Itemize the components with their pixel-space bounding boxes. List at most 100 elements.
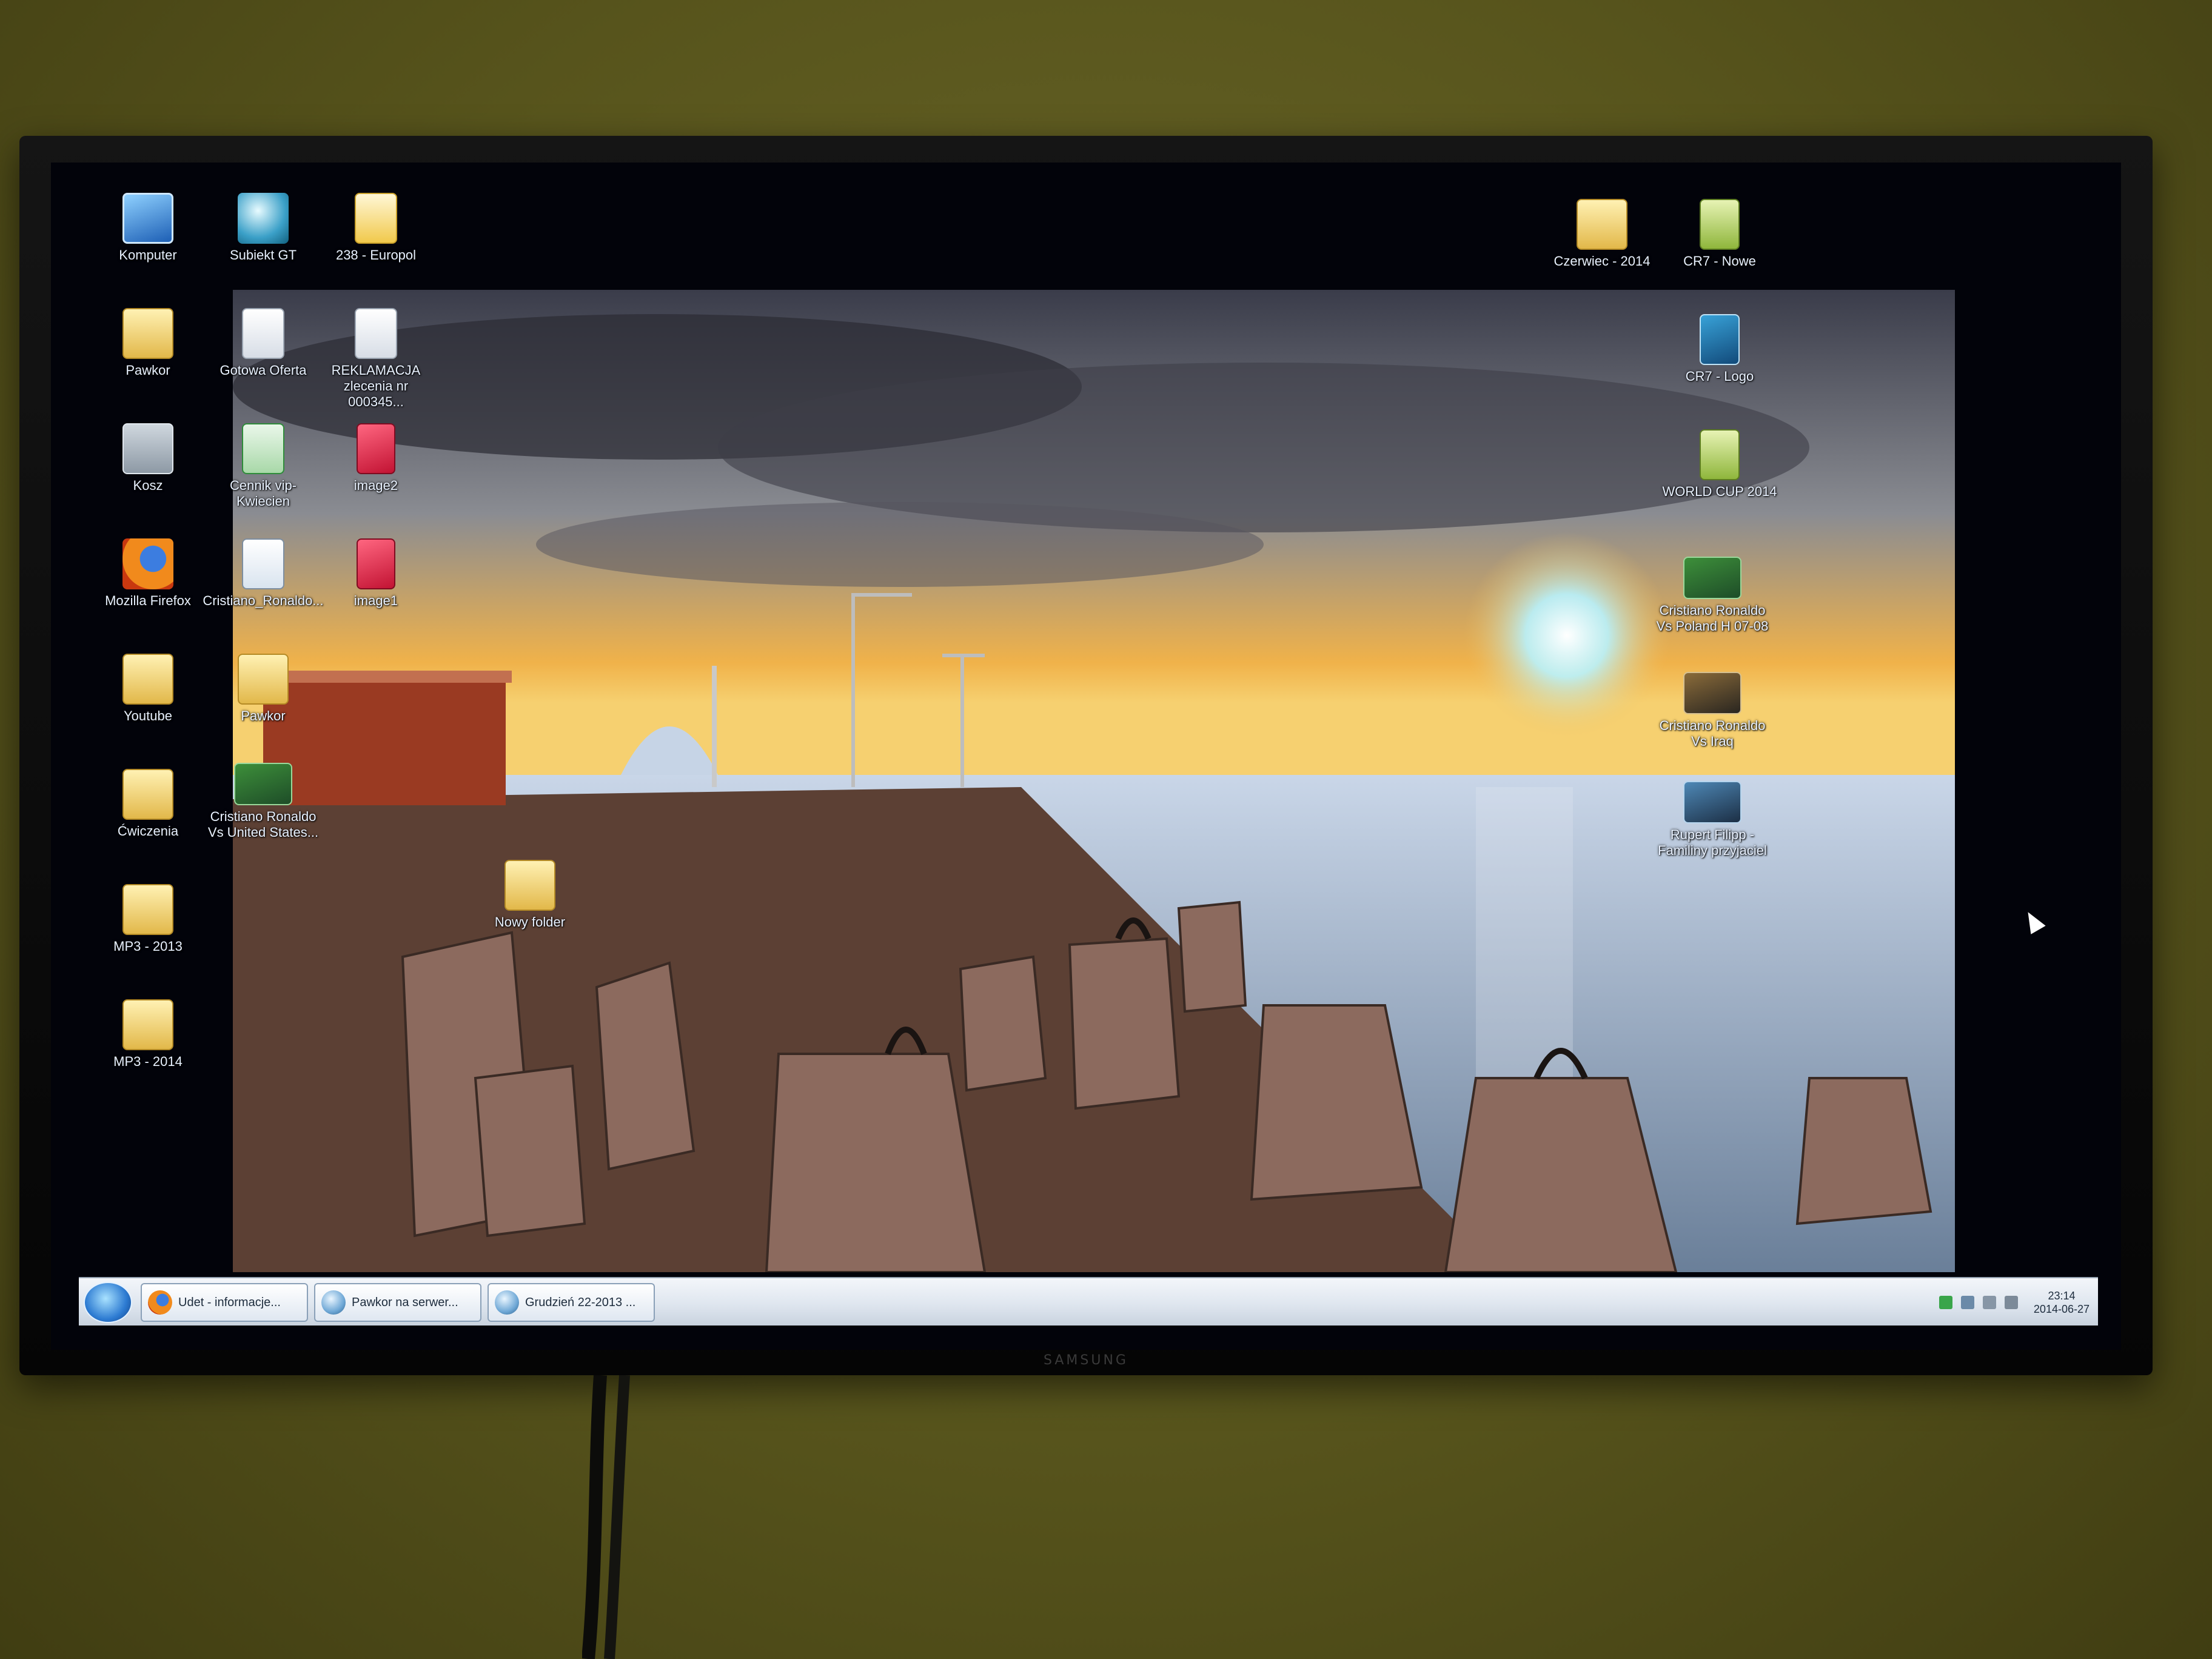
folder-icon (122, 999, 173, 1050)
folder-icon (238, 654, 289, 705)
desktop-icon-label: Pawkor (241, 708, 286, 723)
computer-icon (122, 193, 173, 244)
desktop-icon-computer[interactable]: Komputer (87, 193, 209, 263)
desktop-icon-label: 238 - Europol (335, 247, 417, 263)
desktop-icon-label: REKLAMACJA zlecenia nr 000345... (331, 363, 421, 409)
desktop-icon-label: Komputer (119, 247, 177, 263)
folder-icon (1700, 199, 1740, 250)
folder-icon (1700, 429, 1740, 480)
network-icon[interactable] (1939, 1296, 1952, 1309)
folder-icon (122, 884, 173, 935)
video-file-icon (1683, 672, 1741, 714)
taskbar-item-pawkor[interactable]: Pawkor na serwer... (314, 1283, 481, 1322)
firefox-icon (122, 538, 173, 589)
clock-date: 2014-06-27 (2033, 1303, 2090, 1315)
folder-icon (1577, 199, 1627, 250)
subiekt-gt-icon (238, 193, 289, 244)
start-button[interactable] (84, 1282, 132, 1323)
desktop-icon-label: Gotowa Oferta (220, 363, 307, 378)
desktop-icon-label: Cristiano Ronaldo Vs United States... (207, 809, 319, 840)
taskbar-item-firefox[interactable]: Udet - informacje... (141, 1283, 308, 1322)
desktop-icon-cennik-vip[interactable]: Cennik vip- Kwiecien (203, 423, 324, 509)
signal-icon[interactable] (1982, 1296, 1996, 1309)
desktop-icon-image1[interactable]: image1 (315, 538, 437, 609)
desktop-icon-ronaldo-usa[interactable]: Cristiano Ronaldo Vs United States... (203, 763, 324, 840)
desktop-icon-cristiano-mp3[interactable]: Cristiano_Ronaldo... (203, 538, 324, 609)
desktop-icon-mp3-2014[interactable]: MP3 - 2014 (87, 999, 209, 1070)
desktop-icon-pawkor-2[interactable]: Pawkor (203, 654, 324, 724)
desktop-icon-world-cup[interactable]: WORLD CUP 2014 (1659, 429, 1780, 500)
desktop-icon-pawkor-folder[interactable]: Pawkor (87, 308, 209, 378)
desktop-icon-label: WORLD CUP 2014 (1662, 484, 1777, 499)
desktop-icon-label: Cristiano_Ronaldo... (203, 593, 324, 608)
taskbar-item-label: Pawkor na serwer... (352, 1295, 458, 1309)
desktop-icon-cwiczenia[interactable]: Ćwiczenia (87, 769, 209, 839)
desktop-icon-czerwiec-2014[interactable]: Czerwiec - 2014 (1541, 199, 1663, 269)
desktop-icon-label: image1 (354, 593, 398, 608)
desktop-icon-label: Pawkor (126, 363, 170, 378)
desktop-icon-label: Czerwiec - 2014 (1553, 253, 1651, 269)
folder-icon (122, 769, 173, 820)
image-file-icon (357, 538, 395, 589)
desktop-icon-label: Cennik vip- Kwiecien (229, 478, 297, 509)
desktop-icon-firefox[interactable]: Mozilla Firefox (87, 538, 209, 609)
video-file-icon (234, 763, 292, 805)
desktop-icon-image2[interactable]: image2 (315, 423, 437, 494)
clock-time: 23:14 (2048, 1290, 2076, 1302)
desktop-icon-label: Cristiano Ronaldo Vs Iraq (1659, 718, 1766, 749)
desktop-icon-cr7-logo[interactable]: CR7 - Logo (1659, 314, 1780, 384)
firefox-icon (148, 1290, 172, 1315)
system-tray: 23:14 2014-06-27 (1939, 1283, 2090, 1322)
document-icon (242, 308, 284, 359)
desktop-icon-label: Mozilla Firefox (105, 593, 191, 608)
desktop-icon-label: MP3 - 2014 (113, 1054, 183, 1069)
desktop-icon-label: CR7 - Logo (1685, 369, 1754, 384)
desktop-icon-reklamacja[interactable]: REKLAMACJA zlecenia nr 000345... (315, 308, 437, 410)
desktop-icon-label: Subiekt GT (229, 247, 297, 263)
image-file-icon (357, 423, 395, 474)
desktop-icon-rupert-filipp[interactable]: Rupert Filipp - Familiny przyjaciel (1652, 781, 1773, 859)
desktop-icon-recycle-bin[interactable]: Kosz (87, 423, 209, 494)
desktop-icon-subiekt-gt[interactable]: Subiekt GT (203, 193, 324, 263)
application-icon (321, 1290, 346, 1315)
video-file-icon (1683, 557, 1741, 599)
desktop-icon-label: Nowy folder (494, 914, 566, 930)
application-icon (495, 1290, 519, 1315)
taskbar: Udet - informacje... Pawkor na serwer...… (79, 1277, 2098, 1326)
desktop-icon-cr7-nowe[interactable]: CR7 - Nowe (1659, 199, 1780, 269)
folder-icon (504, 860, 555, 911)
tv-cable (582, 1375, 630, 1659)
audio-file-icon (242, 538, 284, 589)
desktop-icon-label: image2 (354, 478, 398, 493)
taskbar-item-label: Udet - informacje... (178, 1295, 281, 1309)
desktop-icon-label: CR7 - Nowe (1683, 253, 1756, 269)
desktop-icon-238-europol[interactable]: 238 - Europol (315, 193, 437, 263)
desktop-icon-label: Rupert Filipp - Familiny przyjaciel (1658, 827, 1767, 858)
folder-icon (122, 654, 173, 705)
desktop-icon-youtube[interactable]: Youtube (87, 654, 209, 724)
document-icon (355, 193, 397, 244)
taskbar-item-label: Grudzień 22-2013 ... (525, 1295, 636, 1309)
shortcut-icon (1700, 314, 1740, 365)
folder-icon (122, 308, 173, 359)
desktop-icon-label: MP3 - 2013 (113, 939, 183, 954)
tv-brand-logo: SAMSUNG (1044, 1353, 1128, 1368)
desktop-icon-nowy-folder[interactable]: Nowy folder (469, 860, 591, 930)
desktop-icon-mp3-2013[interactable]: MP3 - 2013 (87, 884, 209, 954)
desktop-icon-label: Cristiano Ronaldo Vs Poland H 07-08 (1656, 603, 1769, 634)
desktop-icon-label: Youtube (124, 708, 172, 723)
desktop-screen: Komputer Subiekt GT 238 - Europol Pawkor… (51, 163, 2121, 1350)
mouse-pointer-icon (2020, 908, 2046, 934)
volume-icon[interactable] (2004, 1296, 2018, 1309)
desktop-icon-gotowa-oferta[interactable]: Gotowa Oferta (203, 308, 324, 378)
video-file-icon (1683, 781, 1741, 823)
flag-icon[interactable] (1960, 1296, 1974, 1309)
clock[interactable]: 23:14 2014-06-27 (2034, 1289, 2090, 1316)
desktop-icon-ronaldo-iraq[interactable]: Cristiano Ronaldo Vs Iraq (1652, 672, 1773, 749)
desktop-icon-ronaldo-poland[interactable]: Cristiano Ronaldo Vs Poland H 07-08 (1652, 557, 1773, 634)
recycle-bin-icon (122, 423, 173, 474)
desktop-icon-label: Kosz (133, 478, 163, 493)
television: Komputer Subiekt GT 238 - Europol Pawkor… (19, 136, 2153, 1375)
spreadsheet-icon (242, 423, 284, 474)
taskbar-item-grudzien[interactable]: Grudzień 22-2013 ... (488, 1283, 655, 1322)
